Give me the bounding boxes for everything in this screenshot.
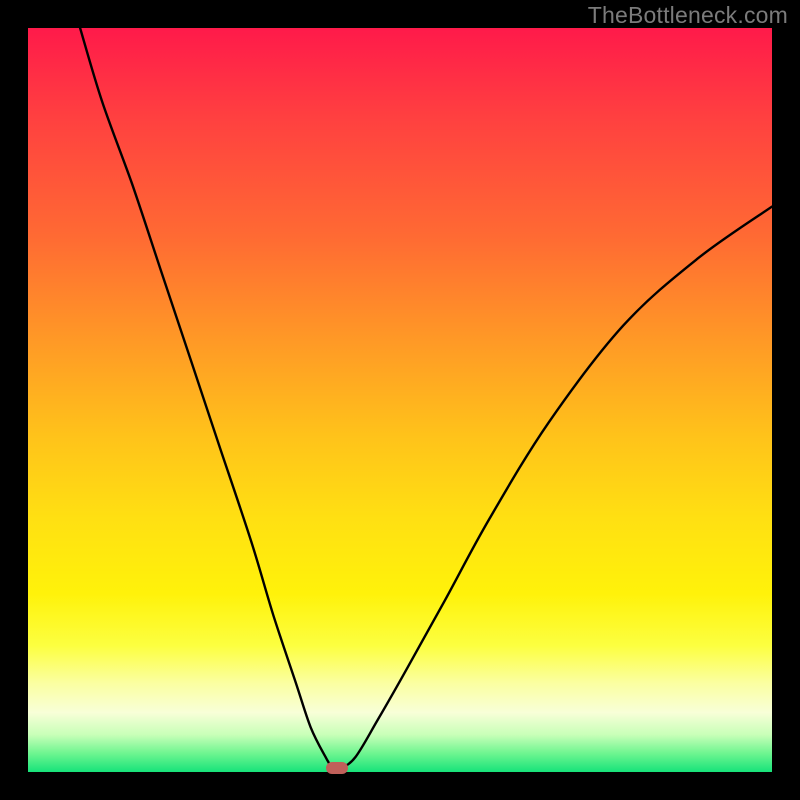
bottleneck-curve [28,28,772,772]
plot-area [28,28,772,772]
optimum-marker [326,762,348,774]
chart-frame: TheBottleneck.com [0,0,800,800]
watermark-label: TheBottleneck.com [588,2,788,29]
